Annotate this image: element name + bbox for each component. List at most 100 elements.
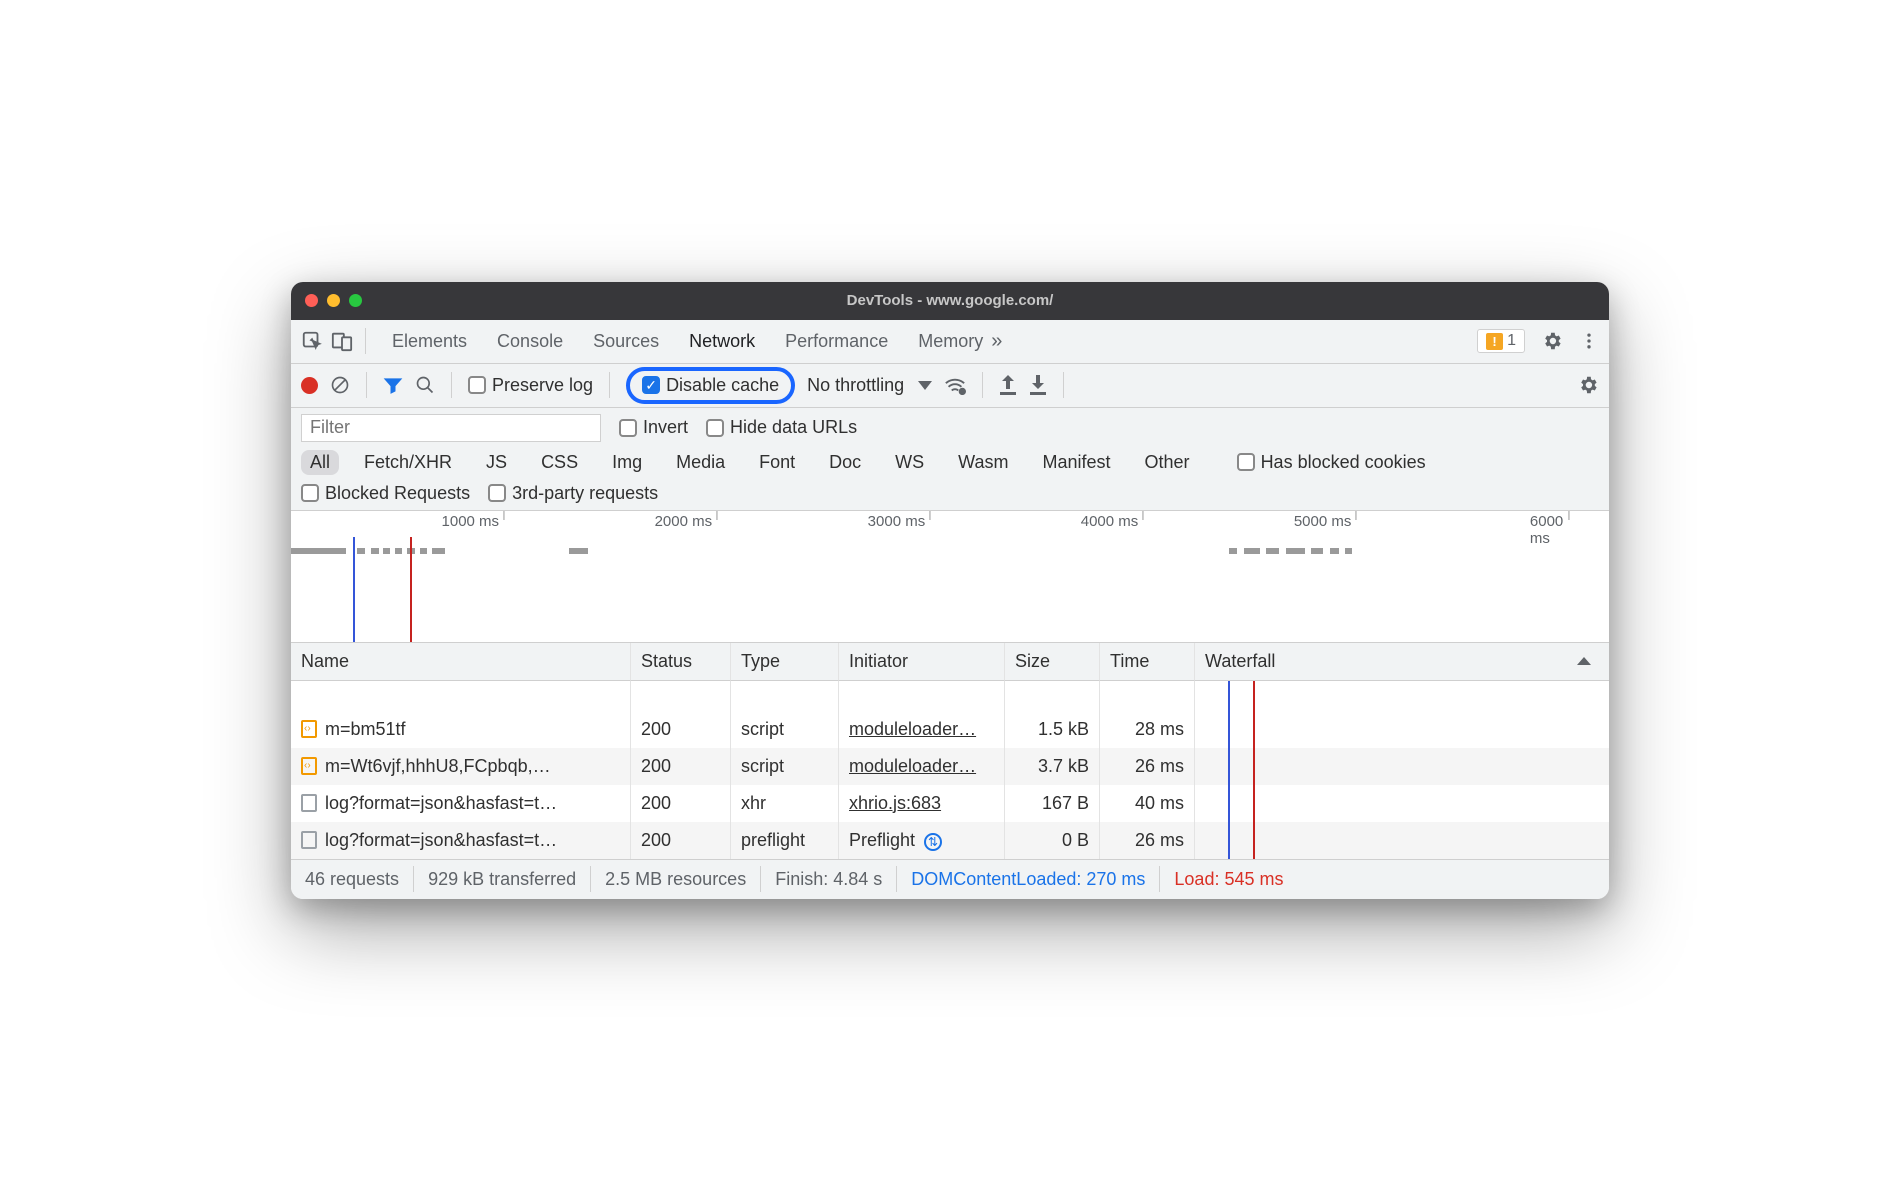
filter-type-media[interactable]: Media [667, 450, 734, 475]
warning-icon: ! [1486, 333, 1503, 350]
request-name[interactable]: m=bm51tf [291, 711, 631, 748]
request-size: 0 B [1005, 822, 1100, 859]
overview-segment [1311, 548, 1323, 554]
upload-icon[interactable] [999, 375, 1017, 395]
network-toolbar: Preserve log ✓Disable cache No throttlin… [291, 364, 1609, 408]
filter-bar: Invert Hide data URLs All Fetch/XHR JS CSS I… [291, 408, 1609, 511]
preserve-log-checkbox[interactable]: Preserve log [468, 375, 593, 396]
request-name[interactable]: log?format=json&hasfast=t… [291, 822, 631, 859]
waterfall-cell [1195, 711, 1609, 748]
filter-input[interactable] [301, 414, 601, 442]
overview-segment [1244, 548, 1260, 554]
filter-type-js[interactable]: JS [477, 450, 516, 475]
throttling-label: No throttling [807, 375, 904, 396]
filter-type-ws[interactable]: WS [886, 450, 933, 475]
request-type: script [731, 748, 839, 785]
overview-segment [371, 548, 379, 554]
request-status: 200 [631, 822, 731, 859]
record-icon[interactable] [301, 377, 318, 394]
status-resources: 2.5 MB resources [591, 866, 761, 892]
titlebar: DevTools - www.google.com/ [291, 282, 1609, 320]
invert-checkbox[interactable]: Invert [619, 417, 688, 438]
inspect-icon[interactable] [301, 330, 323, 352]
request-initiator[interactable]: moduleloader… [839, 711, 1005, 748]
filter-type-img[interactable]: Img [603, 450, 651, 475]
clear-icon[interactable] [330, 375, 350, 395]
waterfall-cell [1195, 748, 1609, 785]
third-party-checkbox[interactable]: 3rd-party requests [488, 483, 658, 504]
request-type: preflight [731, 822, 839, 859]
column-header-waterfall[interactable]: Waterfall [1195, 643, 1609, 681]
disable-cache-checkbox[interactable]: ✓Disable cache [626, 367, 795, 404]
filter-type-other[interactable]: Other [1136, 450, 1199, 475]
overview-segment [395, 548, 402, 554]
tab-performance[interactable]: Performance [785, 331, 888, 352]
column-header-name[interactable]: Name [291, 643, 631, 681]
request-name[interactable]: log?format=json&hasfast=t… [291, 785, 631, 822]
request-initiator[interactable]: xhrio.js:683 [839, 785, 1005, 822]
main-tabs-bar: Elements Console Sources Network Performance… [291, 320, 1609, 364]
overview-tick: 3000 ms [868, 513, 931, 530]
filter-type-css[interactable]: CSS [532, 450, 587, 475]
overview-tick: 4000 ms [1081, 513, 1144, 530]
network-settings-icon[interactable] [1577, 374, 1599, 396]
waterfall-cell [1195, 785, 1609, 822]
request-time: 40 ms [1100, 785, 1195, 822]
overview-segment [569, 548, 587, 554]
device-icon[interactable] [331, 330, 353, 352]
overview-tick: 5000 ms [1294, 513, 1357, 530]
issues-chip[interactable]: ! 1 [1477, 329, 1525, 353]
blocked-requests-checkbox[interactable]: Blocked Requests [301, 483, 470, 504]
overview-timeline[interactable]: 1000 ms2000 ms3000 ms4000 ms5000 ms6000 … [291, 511, 1609, 643]
blocked-requests-label: Blocked Requests [325, 483, 470, 504]
request-status: 200 [631, 711, 731, 748]
invert-label: Invert [643, 417, 688, 438]
request-initiator[interactable]: Preflight ⇅ [839, 822, 1005, 859]
request-size: 167 B [1005, 785, 1100, 822]
dropdown-icon [918, 381, 932, 390]
overview-tick: 2000 ms [655, 513, 718, 530]
filter-type-wasm[interactable]: Wasm [949, 450, 1017, 475]
tab-memory[interactable]: Memory [918, 331, 983, 352]
tab-elements[interactable]: Elements [392, 331, 467, 352]
filter-type-doc[interactable]: Doc [820, 450, 870, 475]
tab-console[interactable]: Console [497, 331, 563, 352]
request-name[interactable]: m=Wt6vjf,hhhU8,FCpbqb,… [291, 748, 631, 785]
request-status: 200 [631, 785, 731, 822]
overview-segment [291, 548, 346, 554]
has-blocked-cookies-checkbox[interactable]: Has blocked cookies [1237, 452, 1426, 473]
filter-type-manifest[interactable]: Manifest [1034, 450, 1120, 475]
status-load: Load: 545 ms [1160, 866, 1297, 892]
preserve-log-label: Preserve log [492, 375, 593, 396]
request-initiator[interactable]: moduleloader… [839, 748, 1005, 785]
overview-segment [1286, 548, 1304, 554]
tab-network[interactable]: Network [689, 331, 755, 352]
filter-type-font[interactable]: Font [750, 450, 804, 475]
overview-tick: 1000 ms [442, 513, 505, 530]
column-header-status[interactable]: Status [631, 643, 731, 681]
file-icon [301, 757, 317, 775]
third-party-label: 3rd-party requests [512, 483, 658, 504]
hide-data-urls-checkbox[interactable]: Hide data URLs [706, 417, 857, 438]
request-type: xhr [731, 785, 839, 822]
download-icon[interactable] [1029, 375, 1047, 395]
more-tabs-icon[interactable]: » [991, 330, 1002, 353]
column-header-initiator[interactable]: Initiator [839, 643, 1005, 681]
search-icon[interactable] [415, 375, 435, 395]
status-dcl: DOMContentLoaded: 270 ms [897, 866, 1160, 892]
filter-type-all[interactable]: All [301, 450, 339, 475]
filter-type-fetch-xhr[interactable]: Fetch/XHR [355, 450, 461, 475]
request-size: 1.5 kB [1005, 711, 1100, 748]
overview-segment [1330, 548, 1339, 554]
tab-sources[interactable]: Sources [593, 331, 659, 352]
column-header-time[interactable]: Time [1100, 643, 1195, 681]
throttling-select[interactable]: No throttling [807, 375, 932, 396]
kebab-icon[interactable] [1579, 331, 1599, 351]
request-status: 200 [631, 748, 731, 785]
network-conditions-icon[interactable] [944, 375, 966, 395]
column-header-size[interactable]: Size [1005, 643, 1100, 681]
settings-icon[interactable] [1541, 330, 1563, 352]
filter-icon[interactable] [383, 375, 403, 395]
sort-icon [1577, 657, 1591, 665]
column-header-type[interactable]: Type [731, 643, 839, 681]
